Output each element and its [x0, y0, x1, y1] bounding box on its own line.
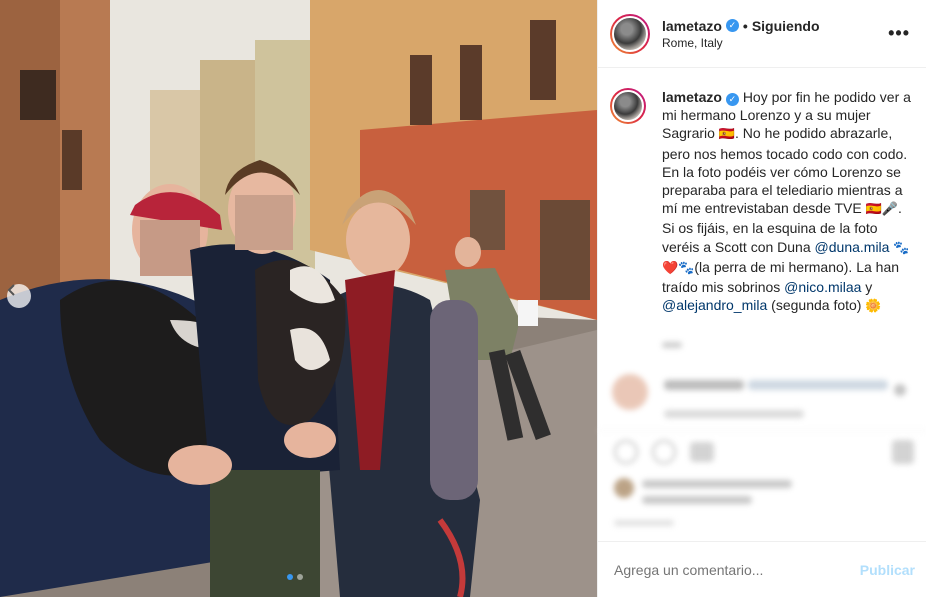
carousel-indicator [287, 574, 303, 580]
sunflower-icon: 🌼 [865, 299, 882, 315]
post-sidebar: lametazo ✓ • Siguiendo Rome, Italy ••• l… [597, 0, 926, 597]
more-options-icon: ••• [888, 23, 910, 43]
save-icon [892, 440, 914, 464]
caption-part: y [861, 279, 873, 296]
caption-part: (segunda foto) [767, 297, 866, 314]
separator: • [742, 17, 748, 34]
following-button[interactable]: Siguiendo [752, 18, 820, 34]
add-comment-bar: Publicar [598, 541, 926, 597]
carousel-dot [297, 574, 303, 580]
mention-duna-mila[interactable]: @duna.mila [815, 239, 890, 255]
author-info: lametazo ✓ • Siguiendo Rome, Italy [662, 18, 888, 50]
mention-nico-milaa[interactable]: @nico.milaa [784, 279, 861, 295]
mention-alejandro-mila[interactable]: @alejandro_mila [662, 297, 767, 313]
spain-flag-icon: 🇪🇸 [718, 127, 735, 143]
author-username[interactable]: lametazo [662, 18, 722, 34]
chevron-left-icon [7, 284, 15, 296]
carousel-dot-active [287, 574, 293, 580]
author-avatar[interactable] [610, 13, 650, 54]
caption-text: lametazo ✓ Hoy por fin he podido ver a mi… [662, 88, 914, 316]
commenter-avatar [612, 374, 648, 410]
verified-badge-icon: ✓ [725, 92, 739, 106]
blurred-comments-area [598, 330, 926, 540]
verified-badge-icon: ✓ [725, 19, 739, 32]
flag-microphone-icon: 🇪🇸🎤 [865, 202, 898, 218]
like-icon [614, 440, 638, 464]
location-link[interactable]: Rome, Italy [662, 36, 888, 50]
comment-input[interactable] [614, 561, 860, 578]
publish-button[interactable]: Publicar [860, 562, 915, 578]
caption-avatar[interactable] [610, 88, 646, 124]
share-icon [690, 442, 714, 462]
street-scene-image [0, 0, 597, 597]
caption-username[interactable]: lametazo [662, 89, 722, 105]
more-options-button[interactable]: ••• [888, 23, 910, 44]
post-photo[interactable] [0, 0, 597, 597]
comment-icon [652, 440, 676, 464]
post-header: lametazo ✓ • Siguiendo Rome, Italy ••• [598, 0, 926, 68]
post-caption: lametazo ✓ Hoy por fin he podido ver a mi… [598, 68, 926, 316]
previous-photo-button[interactable] [7, 284, 31, 308]
